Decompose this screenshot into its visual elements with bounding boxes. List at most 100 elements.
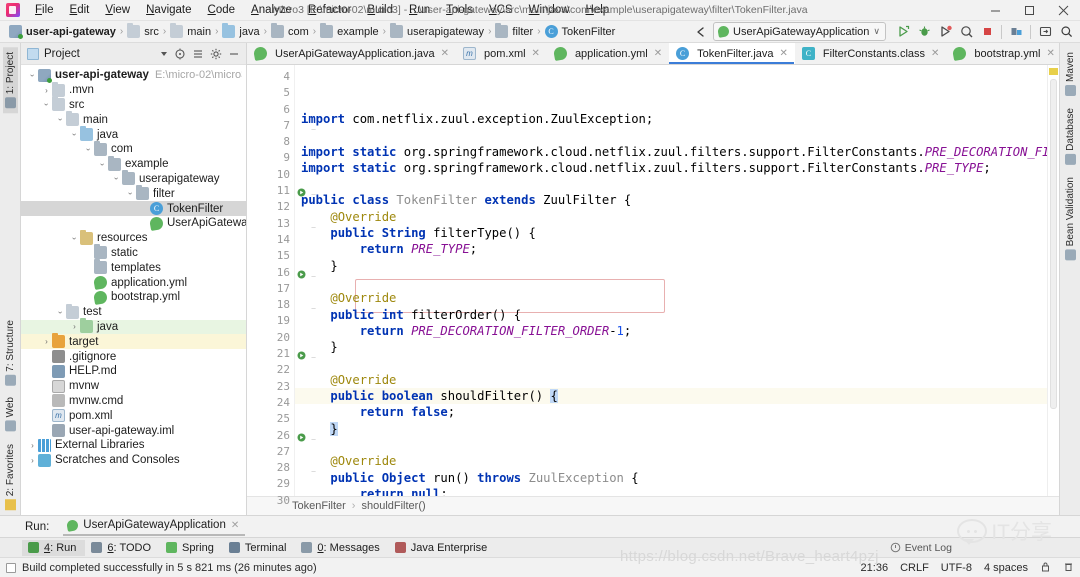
line-number-11[interactable]: 11− <box>247 183 316 199</box>
tool-window-6-todo[interactable]: 6: TODO <box>85 540 160 556</box>
tree-node-external-libraries[interactable]: › External Libraries <box>21 438 246 453</box>
tree-node-help-md[interactable]: HELP.md <box>21 364 246 379</box>
indent-indicator[interactable]: 4 spaces <box>984 562 1028 574</box>
line-number-22[interactable]: 22 <box>247 362 294 378</box>
tool-button-1-project[interactable]: 1: Project <box>2 47 18 114</box>
chevron-down-icon[interactable]: › <box>111 172 122 186</box>
chevron-down-icon[interactable]: › <box>27 68 38 82</box>
editor-tab-application-yml[interactable]: application.yml ✕ <box>547 43 669 64</box>
run-configuration-tab[interactable]: UserApiGatewayApplication ✕ <box>63 517 246 536</box>
line-number-17[interactable]: 17 <box>247 281 294 297</box>
close-icon[interactable]: ✕ <box>780 48 788 59</box>
tool-window-buttons[interactable]: 4: Run 6: TODO Spring Terminal 0: Messages Ja… <box>22 539 496 556</box>
menu-refactor[interactable]: Refactor <box>300 2 359 18</box>
tree-node-com[interactable]: › com <box>21 140 246 157</box>
tree-node-user-api-gateway-iml[interactable]: user-api-gateway.iml <box>21 423 246 438</box>
tree-node-main[interactable]: › main <box>21 111 246 127</box>
breadcrumb-item-example[interactable]: example <box>317 23 382 39</box>
chevron-right-icon[interactable]: › <box>69 320 80 334</box>
code-line-6[interactable]: import static org.springframework.cloud.… <box>295 144 1047 160</box>
code-line-23[interactable]: } <box>295 421 1047 437</box>
tree-node-pom-xml[interactable]: m pom.xml <box>21 408 246 423</box>
search-everywhere-icon[interactable] <box>1056 22 1076 41</box>
chevron-right-icon[interactable]: › <box>41 335 52 349</box>
code-line-9[interactable]: public class TokenFilter extends ZuulFil… <box>295 192 1047 208</box>
line-number-21[interactable]: 21− <box>247 346 316 362</box>
code-line-22[interactable]: return false; <box>295 404 1047 420</box>
line-number-10[interactable]: 10 <box>247 167 294 183</box>
line-number-15[interactable]: 15 <box>247 248 294 264</box>
tree-node-application-yml[interactable]: application.yml <box>21 275 246 291</box>
error-marker[interactable] <box>1049 68 1058 75</box>
line-separator-indicator[interactable]: CRLF <box>900 562 929 574</box>
tree-node-bootstrap-yml[interactable]: bootstrap.yml <box>21 289 246 305</box>
menu-build[interactable]: Build <box>359 2 401 18</box>
breadcrumb-item-tokenfilter[interactable]: C TokenFilter <box>542 24 619 39</box>
run-configuration-selector[interactable]: UserApiGatewayApplication ∨ <box>713 22 886 41</box>
tree-node-userapigatewayapplicati[interactable]: UserApiGatewayApplicati <box>21 215 246 231</box>
project-tree[interactable]: ›user-api-gatewayE:\micro-02\micro3\user… <box>21 65 246 515</box>
tree-node-mvnw-cmd[interactable]: mvnw.cmd <box>21 394 246 409</box>
tool-button-7-structure[interactable]: 7: Structure <box>3 315 18 391</box>
tree-node-scratches-and-consoles[interactable]: › Scratches and Consoles <box>21 453 246 468</box>
line-number-5[interactable]: 5 <box>247 85 294 101</box>
tree-node-resources[interactable]: › resources <box>21 229 246 246</box>
breadcrumb-class[interactable]: TokenFilter <box>292 500 346 512</box>
code-line-27[interactable]: return null; <box>295 486 1047 496</box>
minimize-button[interactable] <box>978 0 1012 21</box>
menu-code[interactable]: Code <box>200 2 244 18</box>
maximize-button[interactable] <box>1012 0 1046 21</box>
menu-bar[interactable]: File Edit View Navigate Code Analyze Refactor B… <box>27 2 617 18</box>
breadcrumb-item-user-api-gateway[interactable]: user-api-gateway <box>6 24 119 39</box>
tree-node-src[interactable]: › src <box>21 96 246 113</box>
line-number-13[interactable]: 13− <box>247 216 316 232</box>
line-number-14[interactable]: 14 <box>247 232 294 248</box>
settings-gear-icon[interactable] <box>207 45 225 63</box>
close-button[interactable] <box>1046 0 1080 21</box>
breadcrumb-item-filter[interactable]: filter <box>492 23 536 39</box>
code-line-19[interactable] <box>295 355 1047 371</box>
line-number-19[interactable]: 19 <box>247 313 294 329</box>
close-icon[interactable]: ✕ <box>532 48 540 59</box>
trash-icon[interactable] <box>1063 561 1074 575</box>
menu-file[interactable]: File <box>27 2 62 18</box>
code-line-14[interactable] <box>295 274 1047 290</box>
line-number-7[interactable]: 7− <box>247 118 316 134</box>
close-icon[interactable]: ✕ <box>1046 48 1054 59</box>
editor-tab-pom-xml[interactable]: m pom.xml ✕ <box>456 43 547 64</box>
tool-button-maven[interactable]: Maven <box>1063 47 1078 101</box>
menu-view[interactable]: View <box>97 2 138 18</box>
run-with-coverage-icon[interactable] <box>935 22 955 41</box>
line-number-20[interactable]: 20 <box>247 330 294 346</box>
code-line-12[interactable]: return PRE_TYPE; <box>295 241 1047 257</box>
line-number-12[interactable]: 12 <box>247 199 294 215</box>
encoding-indicator[interactable]: UTF-8 <box>941 562 972 574</box>
code-line-11[interactable]: public String filterType() { <box>295 225 1047 241</box>
collapse-all-icon[interactable] <box>189 45 207 63</box>
breadcrumb-item-main[interactable]: main <box>167 23 214 39</box>
tool-button-web[interactable]: Web <box>3 392 18 436</box>
line-number-29[interactable]: 29 <box>247 476 294 492</box>
code-line-17[interactable]: return PRE_DECORATION_FILTER_ORDER-1; <box>295 323 1047 339</box>
tree-node-test[interactable]: › test <box>21 303 246 320</box>
code-content[interactable]: import com.netflix.zuul.exception.ZuulEx… <box>295 65 1047 496</box>
code-line-15[interactable]: @Override <box>295 290 1047 306</box>
close-icon[interactable]: ✕ <box>654 48 662 59</box>
line-number-24[interactable]: 24 <box>247 395 294 411</box>
run-icon[interactable] <box>893 22 913 41</box>
tree-node-java[interactable]: › java <box>21 126 246 142</box>
chevron-right-icon[interactable]: › <box>41 83 52 97</box>
tool-button-bean-validation[interactable]: Bean Validation <box>1063 172 1078 265</box>
line-number-25[interactable]: 25 <box>247 411 294 427</box>
code-line-16[interactable]: public int filterOrder() { <box>295 307 1047 323</box>
left-rail-top-group[interactable]: 1: Project <box>2 47 18 114</box>
menu-edit[interactable]: Edit <box>62 2 98 18</box>
line-number-26[interactable]: 26− <box>247 428 316 444</box>
chevron-down-icon[interactable] <box>161 51 167 56</box>
tool-window-4-run[interactable]: 4: Run <box>22 539 86 556</box>
breadcrumb-item-userapigateway[interactable]: userapigateway <box>387 23 487 39</box>
tool-button-2-favorites[interactable]: 2: Favorites <box>3 439 18 515</box>
chevron-down-icon[interactable]: › <box>83 142 94 156</box>
tool-window-spring[interactable]: Spring <box>160 540 223 556</box>
line-number-9[interactable]: 9 <box>247 150 294 166</box>
